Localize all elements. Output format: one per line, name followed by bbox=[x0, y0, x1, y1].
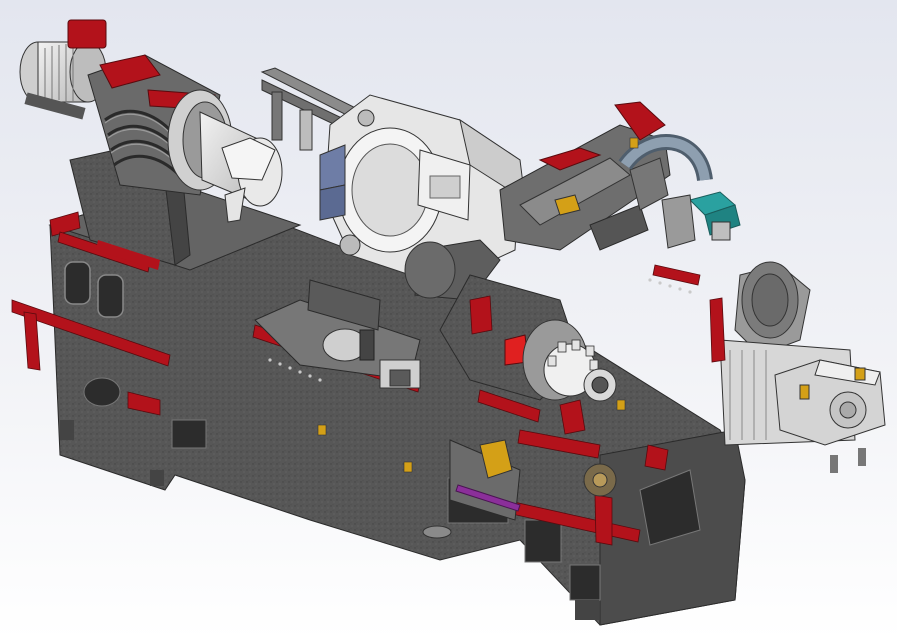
tailstock-cylinder bbox=[499, 101, 671, 251]
cad-viewport bbox=[0, 0, 897, 640]
valve-block bbox=[661, 191, 741, 249]
lathe-model-svg bbox=[11, 19, 886, 626]
side-cover bbox=[319, 144, 346, 221]
spindle-motor bbox=[19, 19, 107, 120]
hydraulic-unit bbox=[774, 359, 886, 473]
